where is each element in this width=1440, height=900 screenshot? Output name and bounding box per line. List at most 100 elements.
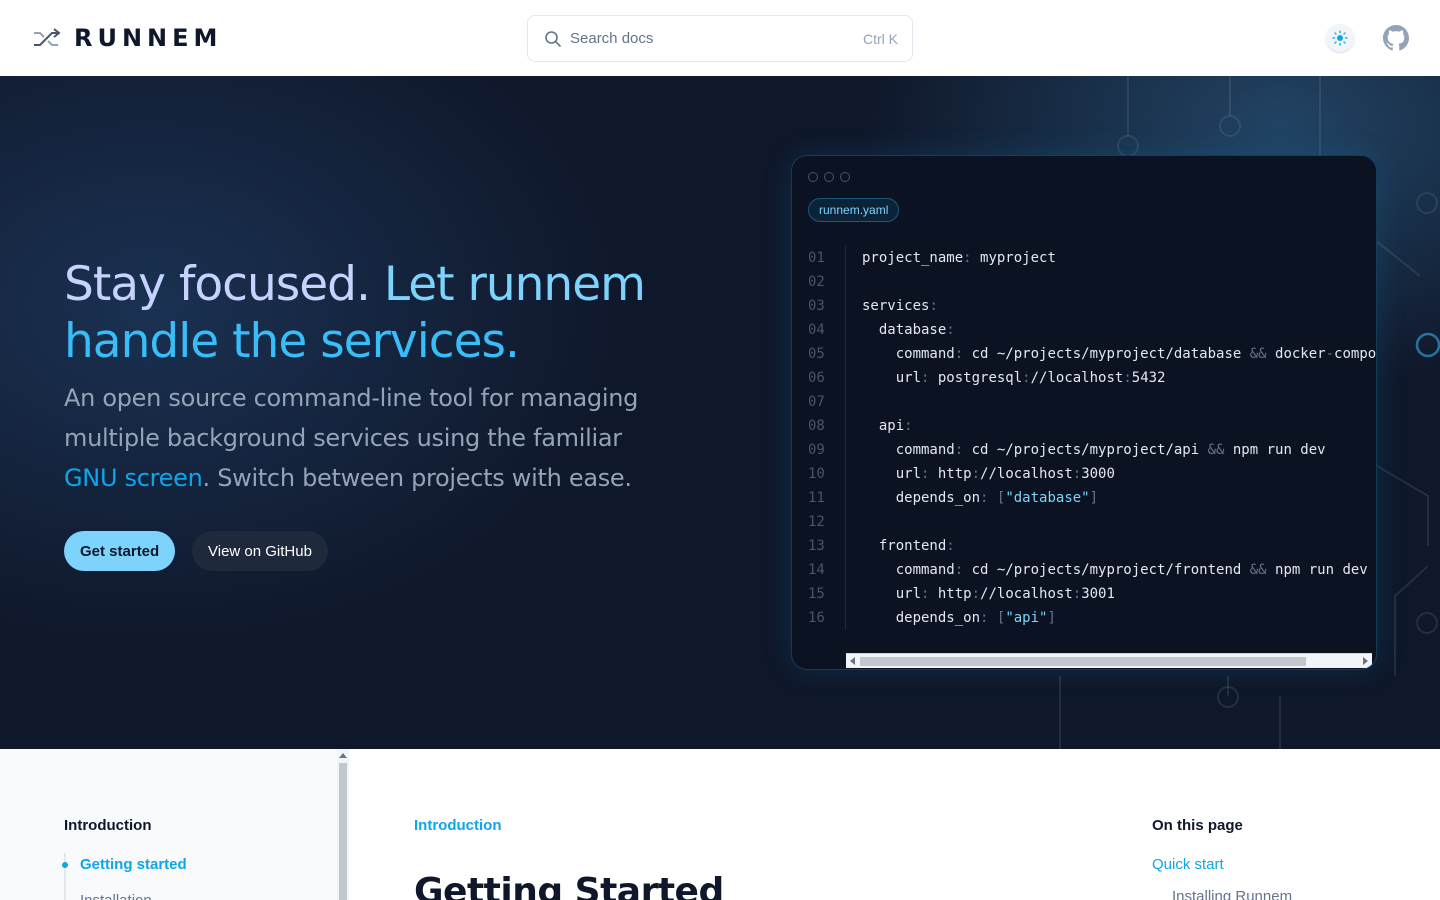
code-block[interactable]: 01 02 03 04 05 06 07 08 09 10 11 12 13 14 15 16 project… — [808, 246, 1376, 630]
sun-icon — [1332, 30, 1348, 46]
code-lines: project_name: myproject services: databas… — [862, 246, 1376, 630]
scrollbar-thumb[interactable] — [860, 657, 1306, 666]
code-token: : — [954, 346, 964, 362]
code-token: : — [1022, 370, 1031, 386]
sidebar-scrollbar-thumb[interactable] — [339, 763, 347, 900]
line-number: 16 — [808, 610, 825, 626]
top-header: RUNNEM Search docs Ctrl K — [0, 0, 1440, 76]
code-token: : — [1123, 370, 1132, 386]
code-token: "api" — [1005, 610, 1048, 626]
window-dot — [824, 172, 834, 182]
code-token: services — [862, 298, 930, 314]
code-token: api — [862, 418, 905, 434]
code-line: command: cd ~/projects/myproject/databas… — [862, 342, 1376, 366]
logo[interactable]: RUNNEM — [32, 24, 222, 52]
line-numbers: 01 02 03 04 05 06 07 08 09 10 11 12 13 14 15 16 — [808, 246, 846, 630]
window-controls — [808, 172, 850, 182]
docs-section: Introduction Getting started Installatio… — [0, 749, 1440, 900]
window-dot — [840, 172, 850, 182]
line-number: 13 — [808, 538, 825, 554]
line-number: 03 — [808, 298, 825, 314]
toc-item-quick-start[interactable]: Quick start — [1152, 856, 1224, 873]
line-number: 04 — [808, 322, 825, 338]
code-line: frontend: — [862, 534, 1376, 558]
code-line: command: cd ~/projects/myproject/fronten… — [862, 558, 1376, 582]
code-token: : — [971, 586, 981, 602]
theme-toggle-button[interactable] — [1326, 24, 1354, 52]
github-link[interactable] — [1383, 25, 1409, 51]
code-line: command: cd ~/projects/myproject/api && … — [862, 438, 1376, 462]
code-window: runnem.yaml 01 02 03 04 05 06 07 08 09 10 11 12 13 14… — [791, 155, 1377, 670]
file-tab[interactable]: runnem.yaml — [808, 198, 900, 222]
code-token: : — [904, 418, 913, 434]
code-token: command — [862, 562, 955, 578]
code-line: depends_on: ["api"] — [862, 606, 1376, 630]
code-token: 5432 — [1131, 370, 1166, 386]
code-token: depends_on — [862, 610, 981, 626]
code-token: cd ~/projects/myproject/database — [963, 346, 1250, 362]
code-token: postgresql — [929, 370, 1023, 386]
search-button[interactable]: Search docs Ctrl K — [527, 15, 913, 62]
sidebar-item-getting-started[interactable]: Getting started — [80, 856, 187, 873]
code-token: ] — [1047, 610, 1056, 626]
code-token: 3000 — [1081, 466, 1115, 482]
sidebar-heading: Introduction — [64, 817, 152, 834]
line-number: 06 — [808, 370, 825, 386]
code-token: 3001 — [1081, 586, 1115, 602]
code-token: ] — [1089, 490, 1099, 506]
code-token: && — [1249, 346, 1267, 362]
line-number: 09 — [808, 442, 825, 458]
code-token: npm run dev — [1224, 442, 1326, 458]
view-on-github-button[interactable]: View on GitHub — [192, 531, 328, 571]
window-dot — [808, 172, 818, 182]
hero-title-part3: handle the services. — [64, 314, 520, 369]
line-number: 01 — [808, 250, 825, 266]
code-token: http — [929, 466, 972, 482]
code-token: && — [1249, 562, 1267, 578]
hero-title: Stay focused. Let runnem handle the serv… — [64, 256, 684, 370]
toc-item-installing-runnem[interactable]: Installing Runnem — [1172, 888, 1292, 900]
code-token: cd ~/projects/myproject/api — [963, 442, 1208, 458]
hero-desc-part1: An open source command-line tool for man… — [64, 384, 639, 452]
sidebar-scrollbar[interactable] — [337, 749, 349, 900]
logo-icon — [34, 28, 61, 46]
code-token: && — [1207, 442, 1225, 458]
code-token: project_name — [862, 250, 964, 266]
line-number: 07 — [808, 394, 825, 410]
line-number: 10 — [808, 466, 825, 482]
sidebar-nav: Introduction Getting started Installatio… — [0, 749, 337, 900]
code-line: project_name: myproject — [862, 246, 1376, 270]
code-token: : — [946, 538, 955, 554]
code-token: : — [954, 562, 964, 578]
line-number: 05 — [808, 346, 825, 362]
get-started-button[interactable]: Get started — [64, 531, 176, 571]
code-token: : — [946, 322, 955, 338]
scroll-left-icon[interactable] — [850, 657, 855, 665]
code-token: frontend — [862, 538, 947, 554]
page-title: Getting Started — [414, 871, 724, 900]
code-line: database: — [862, 318, 1376, 342]
scroll-up-icon[interactable] — [339, 753, 347, 758]
code-token: command — [862, 442, 955, 458]
code-token: : — [971, 466, 981, 482]
sidebar-item-installation[interactable]: Installation — [80, 892, 152, 900]
gnu-screen-link[interactable]: GNU screen — [64, 464, 203, 492]
code-token: depends_on — [862, 490, 981, 506]
code-token: : — [954, 442, 964, 458]
code-token: myproject — [971, 250, 1056, 266]
code-token: docker — [1266, 346, 1326, 362]
hero-desc-part2: . Switch between projects with ease. — [202, 464, 633, 492]
search-icon — [545, 30, 561, 47]
code-token: : — [929, 298, 938, 314]
horizontal-scrollbar[interactable] — [846, 653, 1372, 668]
scroll-right-icon[interactable] — [1363, 657, 1368, 665]
hero-title-part1: Stay focused. — [64, 257, 371, 312]
code-token: //localhost — [980, 466, 1073, 482]
hero-section: Stay focused. Let runnem handle the serv… — [0, 76, 1440, 749]
code-token: http — [929, 586, 972, 602]
